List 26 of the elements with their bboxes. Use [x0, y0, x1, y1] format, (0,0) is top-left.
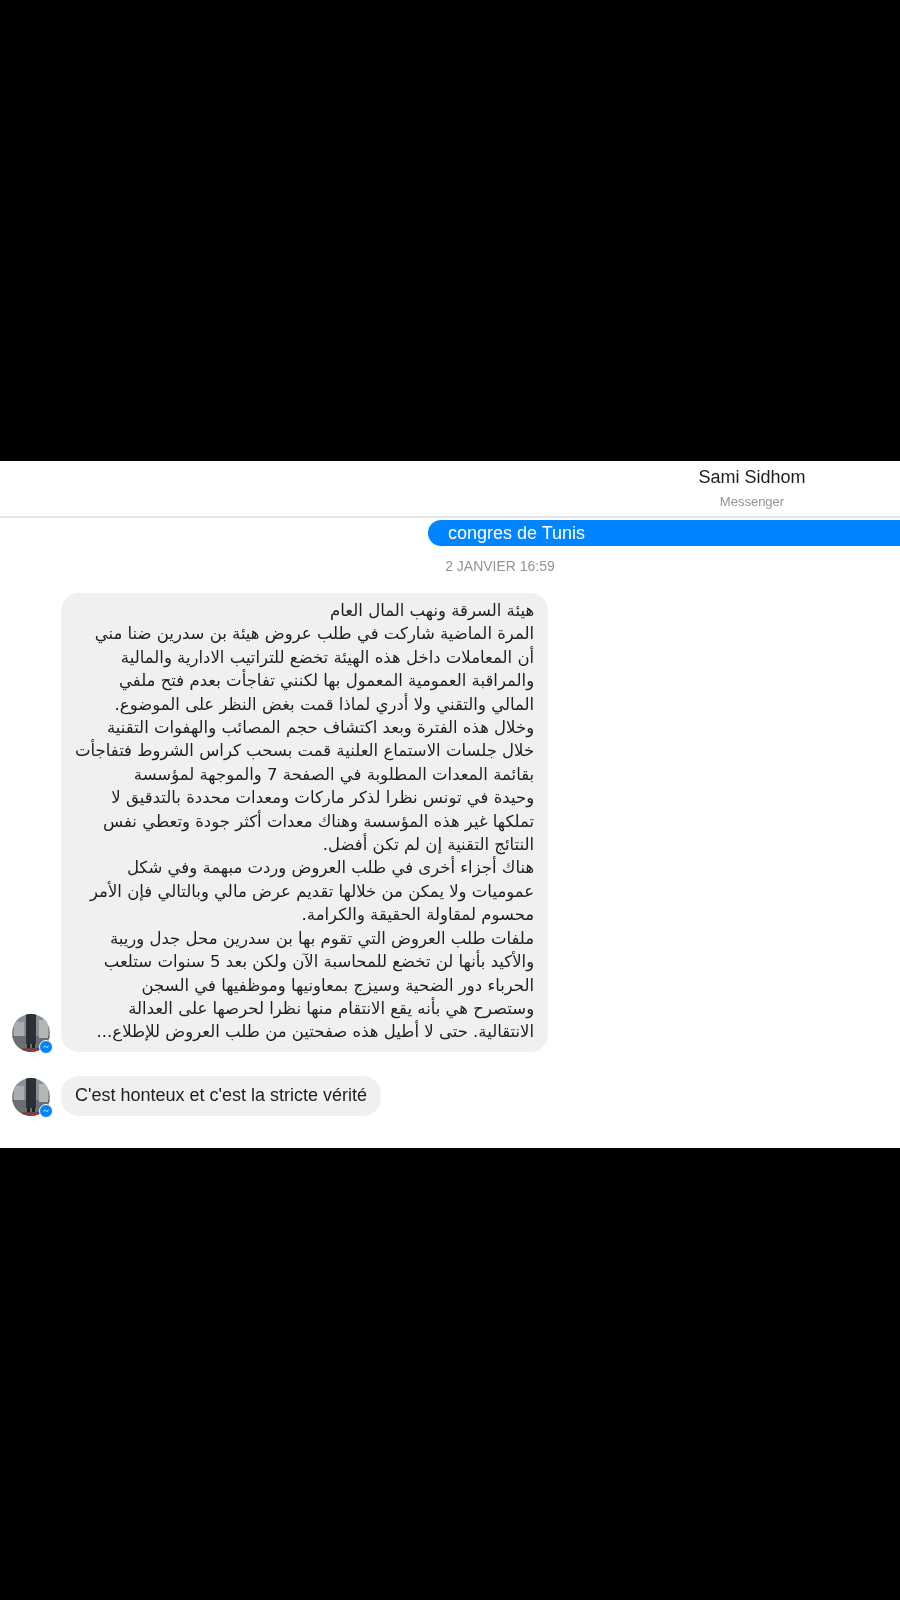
message-line: الحرباء دور الضحية وسيزج بمعاونيها وموظفيها في السجن [140, 974, 535, 997]
message-line: الانتقالية. حتى لا أطيل هذه صفحتين من طلب العروض للإطلاع... [95, 1020, 535, 1044]
message-line: المالي والتقني ولا أدري لماذا قمت بغض النظر على الموضوع. [113, 692, 535, 717]
message-line: محسوم لمقاولة الحقيقة والكرامة. [300, 904, 535, 927]
messenger-icon [39, 1039, 53, 1054]
message-line: ملفات طلب العروض التي تقوم بها بن سدرين محل جدل وريبة [108, 927, 535, 950]
message-line: المرة الماضية شاركت في طلب عروض هيئة بن سدرين ضنا مني [93, 623, 535, 646]
timestamp: 2 JANVIER 16:59 [444, 557, 556, 576]
message-line: وحيدة في تونس نظرا لذكر ماركات ومعدات محددة بالتدقيق لا [110, 787, 535, 810]
message-line: خلال جلسات الاستماع العلنية قمت بسحب كراس الشروط فتفاجأت [75, 739, 535, 763]
contact-subtitle: Messenger [719, 493, 785, 511]
message-line: هيئة السرقة ونهب المال العام [329, 600, 535, 623]
message-line: والأكيد بأنها لن تخضع للمحاسبة الآن ولكن بعد 5 سنوات ستلعب [102, 950, 535, 974]
message-line: النتائج التقنية إن لم تكن أفضل. [321, 833, 535, 856]
contact-name: Sami Sidhom [698, 466, 806, 489]
message-line: بقائمة المعدات المطلوبة في الصفحة 7 والموجهة لمؤسسة [132, 763, 535, 787]
message-line: وخلال هذه الفترة وبعد اكتشاف حجم المصائب والهفوات التقنية [106, 717, 535, 739]
messenger-icon [39, 1103, 53, 1118]
message-line: تملكها غير هذه المؤسسة وهناك معدات أكثر جودة وتعطي نفس [101, 809, 535, 833]
message-line: عموميات ولا يمكن من خلالها تقديم عرض مالي وبالتالي فإن الأمر [88, 880, 535, 904]
message-line: والمراقبة العمومية المعمول بها لكنني تفاجأت بعدم فتح ملفي [118, 669, 535, 693]
message-line: هناك أجزاء أخرى في طلب العروض وردت مبهمة وفي شكل [125, 856, 535, 880]
message-text: congres de Tunis [448, 522, 587, 545]
message-line: وستصرح هي بأنه يقع الانتقام منها نظرا لحرصها على العدالة [127, 996, 535, 1020]
message-line: أن المعاملات داخل هذه الهيئة تخضع للتراتيب الادارية والمالية [119, 645, 535, 669]
message-line: C'est honteux et c'est la stricte vérité [75, 1083, 367, 1107]
